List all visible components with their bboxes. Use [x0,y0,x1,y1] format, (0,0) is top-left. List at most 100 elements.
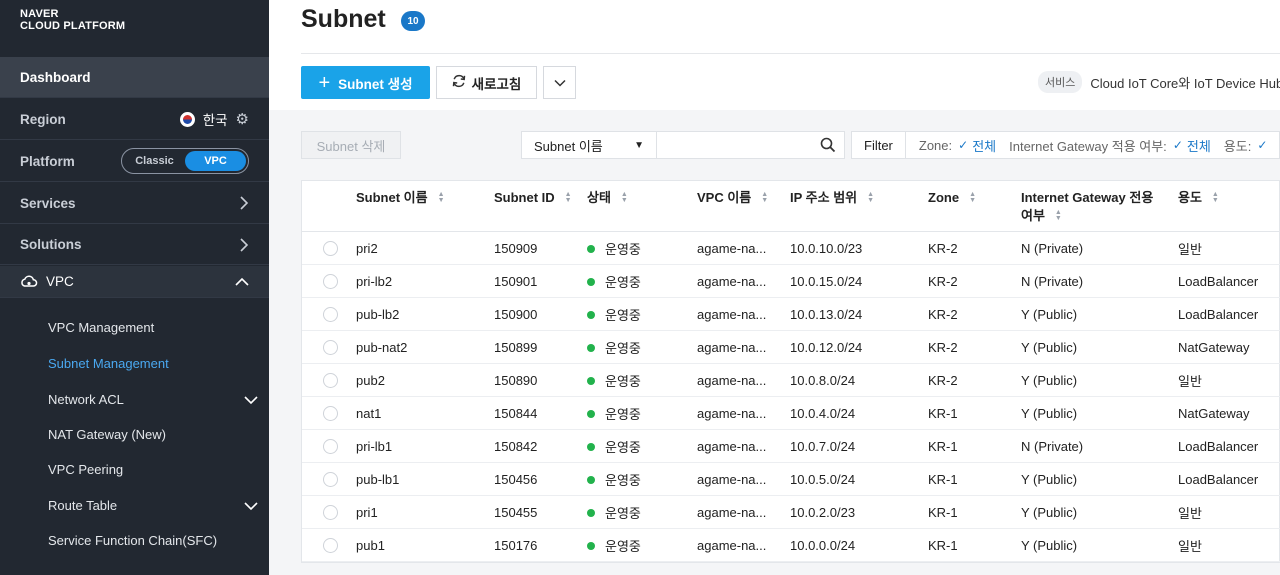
cell-usage: LoadBalancer [1178,463,1258,496]
col-header-usage[interactable]: 용도 ▲ ▼ [1178,189,1219,207]
sidebar-subitem-subnet-management[interactable]: Subnet Management [48,356,258,371]
row-radio[interactable] [323,307,338,322]
table-row[interactable]: pri2 150909 운영중 agame-na... 10.0.10.0/23 KR-2… [302,232,1280,265]
status-dot-icon [587,409,595,418]
delete-subnet-button[interactable]: Subnet 삭제 [301,131,401,159]
usage-filter-value[interactable]: ✓ [1257,138,1267,152]
search-input[interactable] [657,132,807,158]
cell-igw: Y (Public) [1021,529,1077,562]
refresh-button[interactable]: 새로고침 [436,66,537,99]
cell-status-text: 운영중 [605,407,641,422]
table-row[interactable]: pub-lb1 150456 운영중 agame-na... 10.0.5.0/24 KR… [302,463,1280,496]
sidebar-subitem-vpc-management[interactable]: VPC Management [48,320,258,335]
cell-status-text: 운영중 [605,242,641,257]
more-actions-button[interactable] [543,66,576,99]
row-radio[interactable] [323,241,338,256]
cell-status: 운영중 [587,364,641,397]
cell-subnet-id: 150844 [494,397,537,430]
sidebar-subitem-route-table[interactable]: Route Table [48,498,258,513]
cell-vpc-name: agame-na... [697,298,766,331]
cell-subnet-name-text: pub2 [356,373,385,388]
notice-banner[interactable]: 서비스 Cloud IoT Core와 IoT Device Hub 서 [1038,71,1280,93]
gear-icon[interactable]: ⚙ [236,110,249,128]
cell-igw: Y (Public) [1021,331,1077,364]
row-radio[interactable] [323,505,338,520]
table-row[interactable]: pri-lb2 150901 운영중 agame-na... 10.0.15.0/24 K… [302,265,1280,298]
cell-zone-text: KR-2 [928,307,958,322]
col-header-status[interactable]: 상태 ▲ ▼ [587,189,628,207]
row-radio[interactable] [323,439,338,454]
platform-option-vpc[interactable]: VPC [185,151,246,171]
table-row[interactable]: pri-lb1 150842 운영중 agame-na... 10.0.7.0/24 KR… [302,430,1280,463]
sidebar-item-dashboard[interactable]: Dashboard [0,57,269,98]
col-header-subnet-id[interactable]: Subnet ID ▲ ▼ [494,189,572,207]
cell-zone: KR-2 [928,331,958,364]
zone-filter-label: Zone: [918,137,953,153]
sidebar-subitem-sfc[interactable]: Service Function Chain(SFC) [48,533,258,548]
services-label: Services [20,195,76,211]
cell-ip-range-text: 10.0.8.0/24 [790,373,856,388]
sidebar-subitem-nat-gateway[interactable]: NAT Gateway (New) [48,427,258,442]
col-header-label: Zone [928,190,960,205]
cell-status: 운영중 [587,529,641,562]
sidebar-item-solutions[interactable]: Solutions [0,225,269,265]
cell-igw-text: Y (Public) [1021,307,1078,322]
cell-status: 운영중 [587,298,641,331]
sidebar-item-vpc[interactable]: VPC [0,266,269,298]
region-selector[interactable]: 한국 [203,109,228,129]
cell-status: 운영중 [587,463,641,496]
cell-select [323,331,338,364]
cell-subnet-name: pri1 [356,496,378,529]
logo[interactable]: NAVER CLOUD PLATFORM [20,8,125,32]
igw-filter-value[interactable]: ✓ 전체 [1173,136,1211,155]
col-header-zone[interactable]: Zone ▲ ▼ [928,189,976,207]
col-header-subnet-name[interactable]: Subnet 이름 ▲ ▼ [356,189,445,207]
status-dot-icon [587,442,595,451]
page-title: Subnet [301,5,386,33]
refresh-icon [452,74,466,91]
platform-toggle[interactable]: Classic VPC [121,148,249,174]
filter-button[interactable]: Filter [852,132,906,158]
row-radio[interactable] [323,340,338,355]
search-field-select[interactable]: Subnet 이름 ▼ [521,131,657,159]
sidebar-platform-row: Platform Classic VPC [0,141,269,182]
sidebar-subitem-vpc-peering[interactable]: VPC Peering [48,462,258,477]
search-icon[interactable] [820,137,836,153]
sidebar-region-row: Region 한국 ⚙ [0,99,269,140]
platform-option-classic[interactable]: Classic [124,151,185,171]
cell-igw: Y (Public) [1021,397,1077,430]
cell-vpc-name: agame-na... [697,430,766,463]
table-row[interactable]: pub2 150890 운영중 agame-na... 10.0.8.0/24 KR-2 Y… [302,364,1280,397]
cell-zone-text: KR-2 [928,241,958,256]
table-row[interactable]: pub-lb2 150900 운영중 agame-na... 10.0.13.0/24 K… [302,298,1280,331]
row-radio[interactable] [323,538,338,553]
subitem-label: Subnet Management [48,356,169,371]
sort-icon: ▲ ▼ [867,191,875,204]
zone-filter-value[interactable]: ✓ 전체 [958,136,996,155]
row-radio[interactable] [323,274,338,289]
zone-filter-text: 전체 [972,138,997,154]
cell-subnet-name: pub2 [356,364,385,397]
table-row[interactable]: pub-nat2 150899 운영중 agame-na... 10.0.12.0/24… [302,331,1280,364]
status-dot-icon [587,244,595,253]
row-radio[interactable] [323,406,338,421]
cell-select [323,232,338,265]
subitem-label: Service Function Chain(SFC) [48,533,218,548]
col-header-igw[interactable]: Internet Gateway 전용 여부 ▲ ▼ [1021,189,1153,225]
table-row[interactable]: nat1 150844 운영중 agame-na... 10.0.4.0/24 KR-1 Y… [302,397,1280,430]
col-header-ip-range[interactable]: IP 주소 범위 ▲ ▼ [790,189,874,207]
cell-subnet-name: pri2 [356,232,378,265]
cell-select [323,298,338,331]
cell-subnet-id-text: 150844 [494,406,538,421]
table-row[interactable]: pri1 150455 운영중 agame-na... 10.0.2.0/23 KR-1 Y… [302,496,1280,529]
sidebar-subitem-network-acl[interactable]: Network ACL [48,392,258,407]
create-subnet-button[interactable]: + Subnet 생성 [301,66,430,99]
row-radio[interactable] [323,373,338,388]
sidebar-item-services[interactable]: Services [0,183,269,224]
row-radio[interactable] [323,472,338,487]
col-header-vpc-name[interactable]: VPC 이름 ▲ ▼ [697,189,768,207]
cell-status: 운영중 [587,265,641,298]
table-row[interactable]: pub1 150176 운영중 agame-na... 10.0.0.0/24 KR-1 Y… [302,529,1280,562]
cell-ip-range: 10.0.15.0/24 [790,265,862,298]
cell-ip-range-text: 10.0.0.0/24 [790,538,856,553]
